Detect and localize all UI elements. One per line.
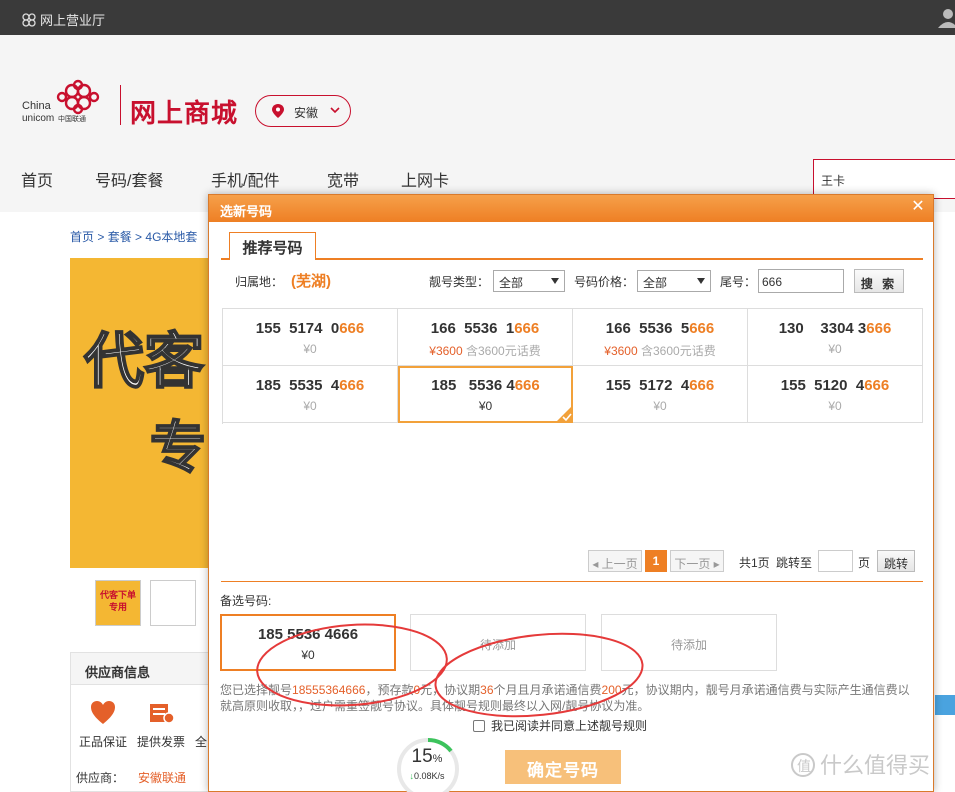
watermark: 值什么值得买 (790, 748, 930, 780)
site-link[interactable]: 网上营业厅 (22, 10, 105, 29)
section-divider (221, 581, 923, 582)
smzdm-logo-icon: 值 (791, 753, 815, 777)
region-label: 归属地： (235, 275, 284, 289)
top-bar: 网上营业厅 (0, 0, 955, 35)
number-option-selected[interactable]: 185 5536 4666 ¥0 (398, 366, 573, 423)
agree-row[interactable]: 我已阅读并同意上述靓号规则 (473, 717, 647, 734)
breadcrumb-4g-plan[interactable]: 4G本地套 (145, 230, 197, 244)
chevron-down-icon (330, 107, 340, 114)
region-value: (芜湖) (291, 273, 331, 290)
confirm-button[interactable]: 确定号码 (505, 750, 621, 784)
user-icon[interactable] (937, 8, 955, 28)
search-input[interactable]: 王卡 (813, 159, 955, 199)
agree-label: 我已阅读并同意上述靓号规则 (491, 719, 648, 733)
supplier-panel: 供应商信息 正品保证 提供发票 全 供应商： 安徽联通 (70, 652, 210, 792)
logo-divider (120, 85, 121, 125)
number-option[interactable]: 155 5172 4666 ¥0 (573, 366, 748, 423)
breadcrumb: 首页 > 套餐 > 4G本地套 (70, 230, 198, 244)
tab-underline (221, 258, 923, 260)
tab-recommended[interactable]: 推荐号码 (229, 232, 316, 260)
header: China unicom 中国联通 网上商城 安徽 首页 号码/套餐 手机/配件… (0, 35, 955, 212)
location-pin-icon (272, 104, 284, 118)
agree-checkbox[interactable] (473, 720, 485, 732)
notice-text: 您已选择靓号18555364666，预存款0元，协议期36个月且月承诺通信费20… (220, 683, 910, 713)
badge-invoice: 提供发票 (133, 699, 189, 750)
nav-home[interactable]: 首页 (21, 167, 53, 191)
jump-label: 跳转至 (776, 556, 813, 570)
svg-text:China: China (22, 100, 52, 112)
thumbnail-2[interactable] (150, 580, 196, 626)
speed-rate: ↓0.08K/s (409, 771, 445, 781)
product-banner: 代客 专 (70, 258, 210, 568)
network-speed-widget[interactable]: 15% ↓0.08K/s (396, 737, 460, 792)
backup-price: ¥0 (301, 648, 315, 662)
number-option[interactable]: 130 3304 3666 ¥0 (748, 309, 923, 366)
breadcrumb-plan[interactable]: 套餐 (108, 230, 132, 244)
supplier-provider-link[interactable]: 安徽联通 (138, 771, 186, 785)
current-page[interactable]: 1 (645, 550, 667, 572)
nav-phone-accessory[interactable]: 手机/配件 (211, 167, 279, 191)
china-unicom-logo[interactable]: China unicom 中国联通 (20, 79, 120, 127)
prev-page-button[interactable]: ◂ 上一页 (588, 550, 642, 572)
search-button[interactable]: 搜 索 (854, 269, 904, 293)
number-option[interactable]: 155 5120 4666 ¥0 (748, 366, 923, 423)
nav-broadband[interactable]: 宽带 (327, 167, 359, 191)
supplier-provider: 供应商： 安徽联通 (76, 771, 187, 785)
dialog-title: 选新号码 (220, 204, 273, 219)
selected-check-icon (555, 405, 573, 423)
dropdown-arrow-icon (551, 278, 559, 284)
backup-number: 185 5536 4666 (257, 626, 359, 643)
page-jump-input[interactable] (818, 550, 853, 572)
backup-slot-1[interactable]: 185 5536 4666 ¥0 (220, 614, 396, 671)
badge-genuine: 正品保证 (75, 699, 131, 750)
page-unit: 页 (858, 556, 871, 570)
nav-number-plan[interactable]: 号码/套餐 (95, 167, 163, 191)
close-icon[interactable]: ✕ (911, 199, 925, 215)
number-option[interactable]: 185 5535 4666 ¥0 (223, 366, 398, 423)
svg-text:中国联通: 中国联通 (58, 114, 86, 123)
banner-text-2: 专 (149, 415, 207, 480)
svg-text:值: 值 (797, 759, 811, 775)
unicom-small-icon (22, 13, 36, 27)
select-number-dialog: 选新号码 ✕ 推荐号码 归属地： (芜湖) 靓号类型： 全部 号码价格： 全部 … (208, 194, 934, 792)
mall-title[interactable]: 网上商城 (130, 93, 238, 130)
genuine-heart-icon (91, 701, 115, 724)
backup-slot-2[interactable]: 待添加 (410, 614, 586, 671)
side-float-bar[interactable] (935, 695, 955, 715)
speed-percent: 15% (411, 746, 443, 767)
next-page-button[interactable]: 下一页 ▸ (670, 550, 724, 572)
breadcrumb-home[interactable]: 首页 (70, 230, 94, 244)
banner-text-1: 代客 (83, 327, 205, 396)
province-label: 安徽 (294, 106, 319, 120)
invoice-icon (150, 704, 175, 724)
tail-number-input[interactable]: 666 (758, 269, 844, 293)
number-option[interactable]: 166 5536 1666 ¥3600 含3600元话费 (398, 309, 573, 366)
backup-slot-3[interactable]: 待添加 (601, 614, 777, 671)
jump-button[interactable]: 跳转 (877, 550, 915, 572)
site-name: 网上营业厅 (40, 13, 106, 28)
dialog-header: 选新号码 ✕ (209, 195, 933, 222)
svg-text:unicom: unicom (22, 113, 54, 124)
province-selector[interactable]: 安徽 (255, 95, 351, 127)
thumbnail-1[interactable]: 代客下单专用 (95, 580, 141, 626)
number-grid: 155 5174 0666 ¥0 166 5536 1666 ¥3600 含36… (222, 308, 923, 424)
number-option[interactable]: 155 5174 0666 ¥0 (223, 309, 398, 366)
supplier-title: 供应商信息 (71, 653, 209, 685)
price-select[interactable]: 全部 (637, 270, 711, 292)
number-option[interactable]: 166 5536 5666 ¥3600 含3600元话费 (573, 309, 748, 366)
nav-data-card[interactable]: 上网卡 (401, 167, 449, 191)
total-pages: 共1页 (739, 556, 770, 570)
type-select[interactable]: 全部 (493, 270, 565, 292)
dropdown-arrow-icon (697, 278, 705, 284)
backup-label: 备选号码: (220, 594, 272, 608)
